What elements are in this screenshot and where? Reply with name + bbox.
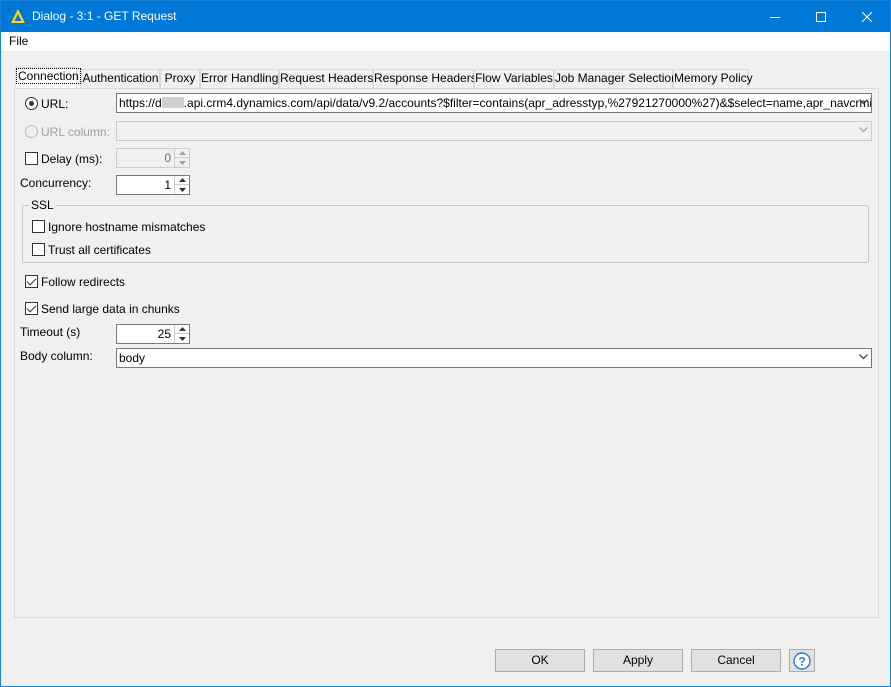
delay-checkbox[interactable]: [25, 152, 38, 165]
tab-error-handling[interactable]: Error Handling: [200, 69, 279, 88]
url-value-end: .api.crm4.dynamics.com/api/data/v9.2/acc…: [183, 96, 872, 110]
dialog-window: Dialog - 3:1 - GET Request File Connecti…: [0, 0, 891, 687]
url-column-radio[interactable]: [25, 125, 38, 138]
tab-label: Authentication: [82, 71, 159, 85]
url-radio[interactable]: [25, 97, 38, 110]
arrow-down-icon: [178, 160, 186, 165]
delay-value: 0: [164, 151, 171, 165]
follow-redirects-checkbox[interactable]: [25, 275, 38, 288]
arrow-down-icon: [178, 336, 186, 341]
close-icon: [862, 11, 872, 22]
tab-flow-variables[interactable]: Flow Variables: [474, 69, 554, 88]
apply-button[interactable]: Apply: [593, 649, 683, 672]
ignore-hostname-label: Ignore hostname mismatches: [48, 220, 206, 234]
tab-job-manager-selection[interactable]: Job Manager Selection: [554, 69, 678, 88]
url-value-start: https://d: [119, 96, 162, 110]
delay-label: Delay (ms):: [41, 152, 103, 166]
send-chunks-label: Send large data in chunks: [41, 302, 180, 316]
tab-label: Job Manager Selection: [555, 71, 678, 85]
timeout-spinner[interactable]: 25: [116, 324, 190, 344]
help-button[interactable]: ?: [789, 649, 815, 672]
tab-label: Response Headers: [374, 71, 477, 85]
tab-request-headers[interactable]: Request Headers: [279, 69, 373, 88]
title-bar[interactable]: Dialog - 3:1 - GET Request: [1, 1, 890, 32]
url-combobox[interactable]: https://d .api.crm4.dynamics.com/api/data…: [116, 93, 872, 113]
trust-all-checkbox[interactable]: [32, 243, 45, 256]
tab-label: Error Handling: [201, 71, 279, 85]
tab-label: Request Headers: [280, 71, 374, 85]
tab-label: Connection: [16, 68, 81, 84]
spin-up-button[interactable]: [175, 176, 189, 185]
ssl-groupbox: SSL Ignore hostname mismatches Trust all…: [22, 198, 869, 263]
timeout-label: Timeout (s): [20, 325, 81, 339]
menu-file[interactable]: File: [9, 34, 28, 48]
concurrency-spinner[interactable]: 1: [116, 175, 190, 195]
help-glyph: ?: [798, 654, 805, 668]
concurrency-value: 1: [164, 178, 171, 192]
arrow-down-icon: [178, 187, 186, 192]
tab-authentication[interactable]: Authentication: [81, 69, 160, 88]
close-button[interactable]: [844, 1, 890, 32]
ok-button[interactable]: OK: [495, 649, 585, 672]
menu-bar: File: [1, 32, 890, 51]
url-column-label: URL column:: [41, 125, 110, 139]
spinner-buttons: [174, 325, 189, 343]
tab-memory-policy[interactable]: Memory Policy: [673, 69, 753, 88]
tab-label: Memory Policy: [674, 71, 753, 85]
arrow-up-icon: [178, 327, 186, 331]
maximize-icon: [816, 11, 826, 22]
concurrency-label: Concurrency:: [20, 176, 92, 190]
send-chunks-checkbox[interactable]: [25, 302, 38, 315]
tab-label: Proxy: [164, 71, 196, 85]
delay-spinner[interactable]: 0: [116, 148, 190, 168]
spin-down-button[interactable]: [175, 158, 189, 167]
maximize-button[interactable]: [798, 1, 844, 32]
tab-connection[interactable]: Connection: [15, 67, 81, 88]
minimize-icon: [770, 16, 780, 18]
body-column-value: body: [119, 351, 146, 365]
trust-all-label: Trust all certificates: [48, 243, 151, 257]
spin-up-button[interactable]: [175, 149, 189, 158]
timeout-value: 25: [157, 327, 171, 341]
chevron-down-icon: [859, 354, 868, 360]
tab-label: Flow Variables: [475, 71, 553, 85]
help-icon: ?: [793, 651, 811, 670]
knime-logo-icon: [11, 9, 25, 23]
redacted-block: [161, 97, 184, 108]
body-column-combobox[interactable]: body: [116, 348, 872, 368]
follow-redirects-label: Follow redirects: [41, 275, 126, 289]
body-column-label: Body column:: [20, 349, 93, 363]
chevron-down-icon: [859, 127, 868, 133]
spin-down-button[interactable]: [175, 185, 189, 194]
tab-response-headers[interactable]: Response Headers: [373, 69, 477, 88]
spin-up-button[interactable]: [175, 325, 189, 334]
spin-down-button[interactable]: [175, 334, 189, 343]
spinner-buttons: [174, 176, 189, 194]
ssl-group-title: SSL: [29, 198, 56, 212]
url-label: URL:: [41, 97, 69, 111]
chevron-down-icon: [859, 99, 868, 105]
tab-proxy[interactable]: Proxy: [160, 69, 200, 88]
spinner-buttons: [174, 149, 189, 167]
arrow-up-icon: [178, 151, 186, 155]
minimize-button[interactable]: [752, 1, 798, 32]
ignore-hostname-checkbox[interactable]: [32, 220, 45, 233]
cancel-button[interactable]: Cancel: [691, 649, 781, 672]
url-column-combobox[interactable]: [116, 121, 872, 141]
arrow-up-icon: [178, 178, 186, 182]
connection-panel: URL: https://d .api.crm4.dynamics.com/api…: [14, 88, 879, 618]
window-title: Dialog - 3:1 - GET Request: [32, 9, 177, 23]
